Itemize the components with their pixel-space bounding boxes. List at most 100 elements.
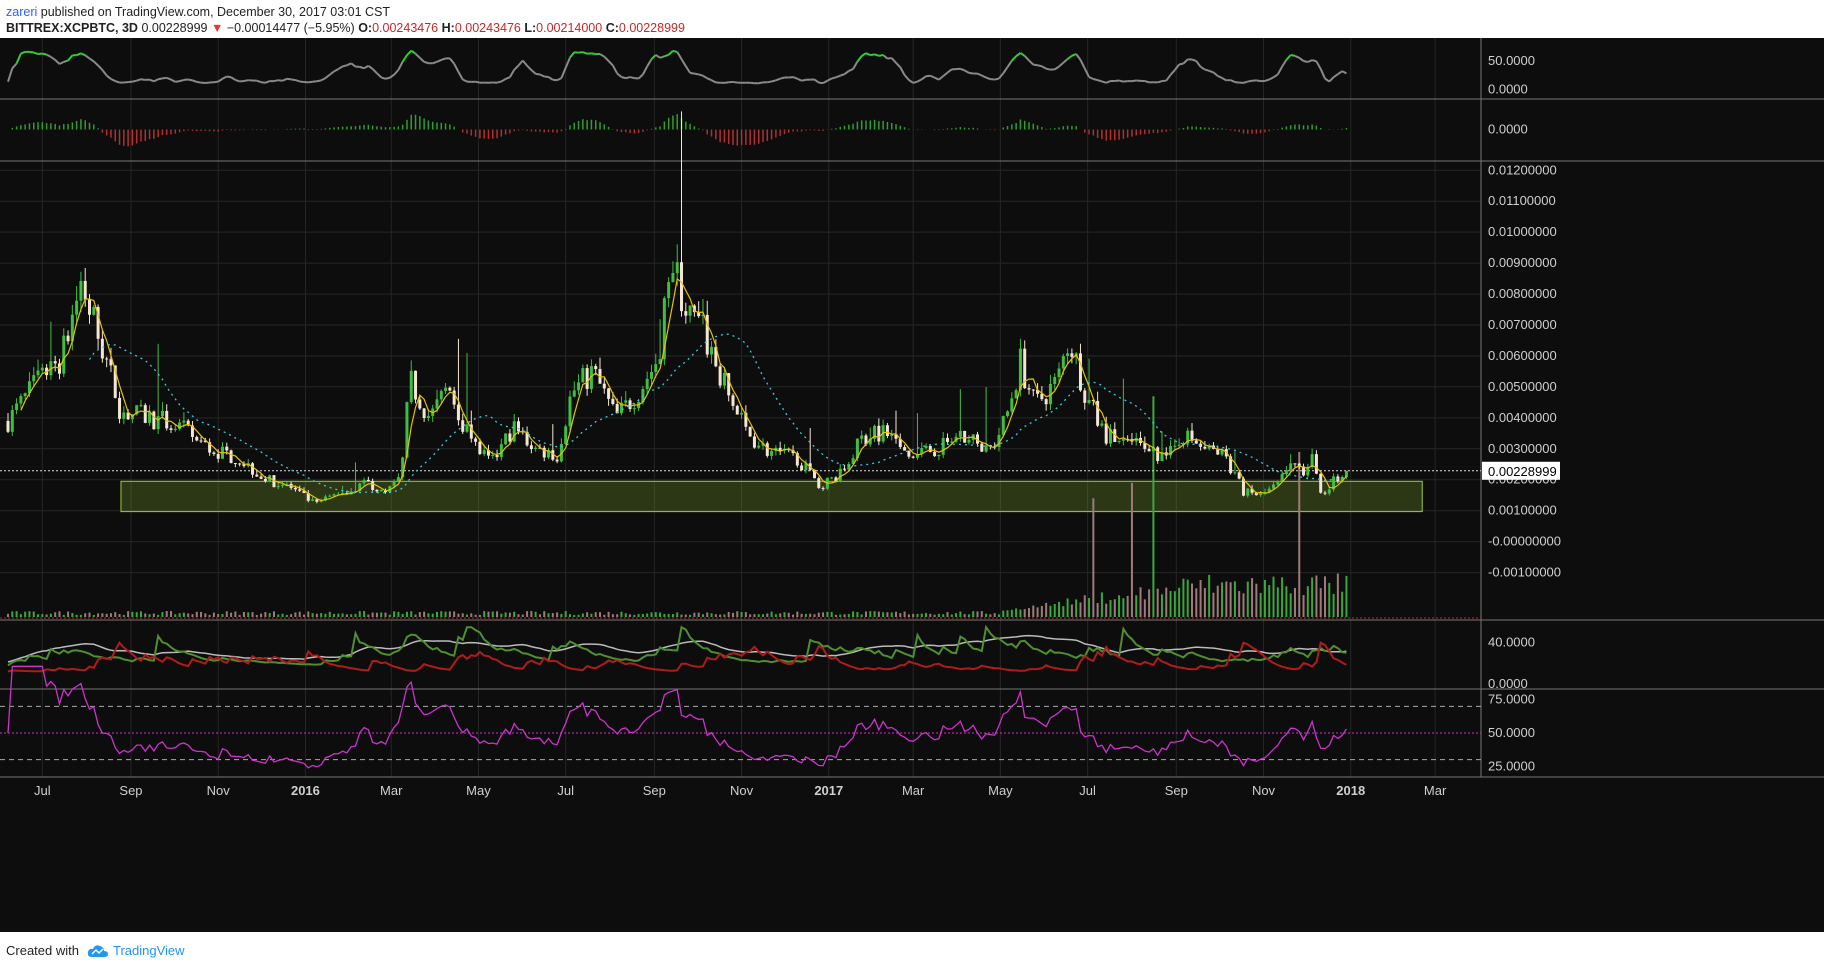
volume-bar xyxy=(54,612,57,617)
candle-body xyxy=(877,425,881,442)
chart[interactable]: 50.0000 0.0000 0.0000 0.01200000 0.01100000 0… xyxy=(0,0,1824,940)
volume-bar xyxy=(701,614,704,617)
volume-bar xyxy=(208,614,211,617)
candle-body xyxy=(233,463,237,465)
candle-body xyxy=(1194,440,1198,444)
volume-bar xyxy=(277,614,280,617)
candle-body xyxy=(984,445,988,452)
dmi-axis-label: 40.0000 xyxy=(1488,635,1535,650)
time-tick-label: Sep xyxy=(643,783,666,798)
candle-body xyxy=(740,412,744,415)
close-label: C: xyxy=(605,21,619,35)
volume-bar xyxy=(1195,588,1198,617)
tradingview-brand[interactable]: TradingView xyxy=(87,943,185,958)
volume-bar xyxy=(860,614,863,617)
candle-body xyxy=(362,479,366,484)
volume-bar xyxy=(67,611,70,617)
author-link[interactable]: zareri xyxy=(6,5,37,19)
volume-bar xyxy=(88,612,91,617)
candle-body xyxy=(1272,484,1276,489)
volume-bar xyxy=(839,614,842,617)
candle-body xyxy=(1276,481,1280,485)
candle-body xyxy=(958,430,962,437)
volume-bar xyxy=(122,614,125,617)
candle-body xyxy=(1027,388,1031,390)
stoch-segment xyxy=(33,51,39,55)
volume-bar xyxy=(830,611,833,617)
volume-bar xyxy=(946,612,949,617)
volume-bar xyxy=(629,614,632,617)
volume-bar xyxy=(1315,575,1318,617)
volume-bar xyxy=(856,611,859,617)
volume-bar xyxy=(560,613,563,617)
volume-bar xyxy=(1023,609,1026,617)
volume-bar xyxy=(1040,605,1043,617)
volume-bar xyxy=(307,611,310,617)
candle-body xyxy=(1203,446,1207,449)
volume-bar xyxy=(1070,604,1073,617)
candle-body xyxy=(722,373,726,386)
candle-body xyxy=(800,465,804,471)
brand-name[interactable]: TradingView xyxy=(113,943,185,958)
candle-body xyxy=(293,487,297,490)
candle-body xyxy=(748,426,752,437)
time-axis[interactable]: Jul Sep Nov 2016 Mar May Jul Sep Nov 2017 Mar May Ju… xyxy=(0,778,1824,940)
volume-bar xyxy=(58,611,61,617)
volume-bar xyxy=(796,611,799,617)
volume-bar xyxy=(1130,482,1133,617)
volume-bar xyxy=(762,614,765,617)
volume-bar xyxy=(950,614,953,617)
candle-body xyxy=(611,398,615,404)
stoch-segment xyxy=(689,71,695,75)
candle-body xyxy=(594,366,598,370)
stoch-segment xyxy=(235,78,240,83)
candle-body xyxy=(963,430,967,443)
time-tick-label: Mar xyxy=(1424,783,1447,798)
volume-bar xyxy=(882,612,885,617)
volume-bar xyxy=(1281,577,1284,617)
volume-bar xyxy=(397,611,400,617)
volume-bar xyxy=(1229,582,1232,617)
candle-body xyxy=(1280,474,1284,482)
volume-bar xyxy=(933,614,936,617)
volume-bar xyxy=(1191,583,1194,617)
volume-bar xyxy=(212,612,215,617)
volume-bar xyxy=(127,611,130,617)
volume-bar xyxy=(847,614,850,617)
time-axis-bg xyxy=(0,778,1824,940)
volume-bar xyxy=(496,611,499,617)
volume-bar xyxy=(1328,582,1331,617)
volume-bar xyxy=(1019,609,1022,617)
candle-body xyxy=(152,411,156,430)
volume-bar xyxy=(1062,606,1065,617)
stoch-segment xyxy=(63,59,69,63)
volume-bar xyxy=(1075,599,1078,617)
candle-body xyxy=(765,443,769,456)
volume-bar xyxy=(508,612,511,617)
candle-body xyxy=(1031,389,1035,391)
price-axis-label: 0.01100000 xyxy=(1488,193,1556,208)
volume-bar xyxy=(671,614,674,617)
stoch-segment xyxy=(1037,64,1043,68)
volume-bar xyxy=(826,611,829,617)
candle-body xyxy=(92,306,96,315)
volume-bar xyxy=(1311,577,1314,617)
stoch-segment xyxy=(758,81,764,85)
candle-body xyxy=(83,280,87,300)
volume-bar xyxy=(135,612,138,617)
tradingview-cloud-icon xyxy=(87,944,108,957)
volume-bar xyxy=(1088,598,1091,617)
candle-body xyxy=(1061,356,1065,369)
candle-body xyxy=(36,370,40,376)
candle-body xyxy=(332,494,336,496)
stoch-segment xyxy=(286,77,292,81)
candle-body xyxy=(371,481,375,490)
volume-bar xyxy=(890,612,893,617)
candle-body xyxy=(156,416,160,430)
candle-body xyxy=(276,485,280,488)
volume-bar xyxy=(925,612,928,617)
candle-body xyxy=(508,433,512,442)
volume-bar xyxy=(165,611,168,617)
symbol-label[interactable]: BITTREX:XCPBTC, 3D xyxy=(6,21,138,35)
volume-bar xyxy=(384,612,387,617)
